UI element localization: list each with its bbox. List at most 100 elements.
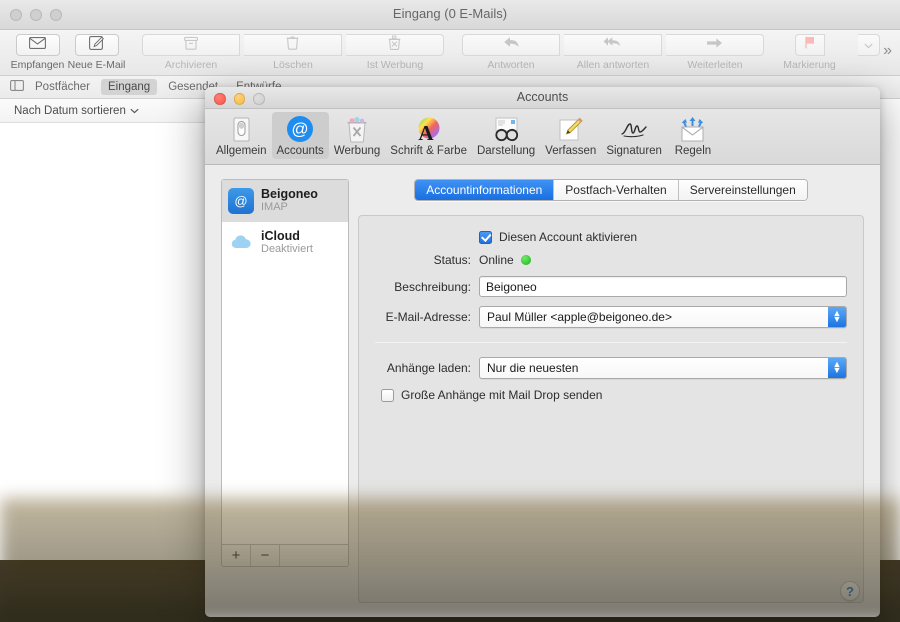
- help-button[interactable]: ?: [840, 581, 860, 601]
- toolbar-button-ist-werbung[interactable]: Ist Werbung: [344, 33, 446, 71]
- load-attachments-row: Anhänge laden: Nur die neuesten ▲ ▼: [375, 357, 847, 379]
- prefs-tab-label-regeln: Regeln: [674, 145, 712, 157]
- toolbar-button-empfangen[interactable]: Empfangen: [8, 33, 67, 71]
- email-address-value: Paul Müller <apple@beigoneo.de>: [487, 310, 672, 324]
- prefs-tab-label-verfassen: Verfassen: [545, 145, 597, 157]
- flag-icon: [804, 36, 816, 54]
- enable-account-checkbox[interactable]: [479, 230, 492, 244]
- rules-mail-icon: [678, 114, 708, 144]
- toolbar-label-antworten: Antworten: [487, 59, 535, 71]
- font-color-icon: A: [414, 114, 444, 144]
- account-row-beigoneo[interactable]: @ Beigoneo IMAP: [222, 180, 348, 222]
- add-account-button[interactable]: +: [222, 545, 251, 566]
- status-row: Status: Online: [375, 253, 847, 267]
- tab-accountinformationen[interactable]: Accountinformationen: [415, 180, 555, 200]
- tab-servereinstellungen[interactable]: Servereinstellungen: [678, 180, 807, 200]
- status-indicator: [520, 255, 531, 265]
- message-list-column: Nach Datum sortieren: [0, 99, 210, 560]
- email-address-popup[interactable]: Paul Müller <apple@beigoneo.de> ▲ ▼: [479, 306, 847, 328]
- mail-drop-row: Große Anhänge mit Mail Drop senden: [375, 388, 847, 402]
- prefs-tab-signaturen[interactable]: Signaturen: [601, 112, 667, 159]
- mail-window-title: Eingang (0 E-Mails): [392, 6, 508, 21]
- icloud-icon: [228, 229, 254, 256]
- mail-drop-checkbox[interactable]: [381, 388, 394, 402]
- toolbar-button-neue-email[interactable]: Neue E-Mail: [67, 33, 126, 71]
- envelope-icon: [29, 36, 46, 54]
- prefs-tab-label-werbung: Werbung: [333, 145, 381, 157]
- mail-titlebar: Eingang (0 E-Mails): [0, 0, 900, 30]
- prefs-tab-regeln[interactable]: Regeln: [667, 112, 719, 159]
- account-status: IMAP: [261, 201, 288, 214]
- svg-text:@: @: [292, 120, 309, 139]
- load-attachments-label: Anhänge laden:: [386, 361, 471, 375]
- prefs-tab-darstellung[interactable]: Darstellung: [472, 112, 540, 159]
- toolbar-button-antworten[interactable]: Antworten: [460, 33, 562, 71]
- toolbar-group-message-actions: Archivieren Löschen Ist Werbung: [140, 33, 446, 71]
- toolbar-overflow-button[interactable]: »: [883, 42, 892, 60]
- account-row-icloud[interactable]: iCloud Deaktiviert: [222, 222, 348, 264]
- sort-control[interactable]: Nach Datum sortieren: [0, 99, 209, 123]
- prefs-tab-label-allgemein: Allgemein: [216, 145, 267, 157]
- mail-drop-label: Große Anhänge mit Mail Drop senden: [401, 388, 603, 402]
- load-attachments-popup[interactable]: Nur die neuesten ▲ ▼: [479, 357, 847, 379]
- accounts-list: @ Beigoneo IMAP iCloud Deaktiviert: [222, 180, 348, 544]
- pencil-pad-icon: [556, 114, 586, 144]
- svg-text:@: @: [234, 193, 247, 208]
- account-information-form: Diesen Account aktivieren Status: Online: [358, 215, 864, 603]
- toolbar-label-empfangen: Empfangen: [10, 59, 65, 71]
- sidebar-icon: [10, 78, 24, 96]
- glasses-icon: [491, 114, 521, 144]
- forward-arrow-icon: [706, 36, 723, 54]
- prefs-tab-label-schrift-farbe: Schrift & Farbe: [390, 145, 467, 157]
- toolbar-group-reply-actions: Antworten Allen antworten Weiterleiten: [460, 33, 766, 71]
- toolbar-label-neue-email: Neue E-Mail: [67, 59, 126, 71]
- accounts-list-footer: + −: [222, 544, 348, 566]
- trash-icon: [286, 35, 299, 55]
- prefs-tab-label-accounts: Accounts: [276, 145, 324, 157]
- email-address-row: E-Mail-Adresse: Paul Müller <apple@beigo…: [375, 306, 847, 328]
- prefs-toolbar: Allgemein @ Accounts Werbung A Schrift &…: [205, 109, 880, 165]
- account-status: Deaktiviert: [261, 242, 313, 255]
- prefs-tab-verfassen[interactable]: Verfassen: [540, 112, 601, 159]
- toolbar-label-weiterleiten: Weiterleiten: [687, 59, 743, 71]
- sidebar-toggle-button[interactable]: [8, 78, 24, 96]
- prefs-tab-werbung[interactable]: Werbung: [329, 112, 385, 159]
- toolbar-label-markierung: Markierung: [783, 59, 836, 71]
- reply-arrow-icon: [503, 36, 520, 54]
- toolbar-button-archivieren[interactable]: Archivieren: [140, 33, 242, 71]
- compose-icon: [89, 35, 104, 55]
- signature-icon: [619, 114, 649, 144]
- description-input[interactable]: Beigoneo: [479, 276, 847, 297]
- sort-label: Nach Datum sortieren: [14, 104, 126, 117]
- remove-account-button[interactable]: −: [251, 545, 280, 566]
- tab-postfach-verhalten[interactable]: Postfach-Verhalten: [554, 180, 679, 200]
- favorites-item-postfaecher[interactable]: Postfächer: [28, 79, 97, 95]
- account-name: iCloud: [261, 228, 300, 243]
- at-sign-account-icon: @: [228, 187, 254, 214]
- toolbar-button-loeschen[interactable]: Löschen: [242, 33, 344, 71]
- prefs-tab-accounts[interactable]: @ Accounts: [271, 112, 329, 159]
- toolbar-button-weiterleiten[interactable]: Weiterleiten: [664, 33, 766, 71]
- account-tabbar: Accountinformationen Postfach-Verhalten …: [358, 179, 864, 201]
- prefs-tab-label-darstellung: Darstellung: [476, 145, 536, 157]
- status-value: Online: [479, 253, 514, 267]
- form-divider: [375, 342, 847, 343]
- prefs-tab-allgemein[interactable]: Allgemein: [211, 112, 272, 159]
- toolbar-button-allen-antworten[interactable]: Allen antworten: [562, 33, 664, 71]
- prefs-tab-schrift-farbe[interactable]: A Schrift & Farbe: [385, 112, 472, 159]
- chevron-updown-icon: ▲ ▼: [828, 307, 846, 327]
- toolbar-button-markierung[interactable]: Markierung: [780, 33, 839, 71]
- enable-account-label: Diesen Account aktivieren: [499, 230, 638, 244]
- desktop-wallpaper: Eingang (0 E-Mails) Empfangen Neue E-Mai…: [0, 0, 900, 622]
- svg-text:A: A: [419, 121, 435, 143]
- toolbar-group-flag: Markierung: [780, 33, 898, 71]
- toolbar-label-archivieren: Archivieren: [164, 59, 218, 71]
- mail-toolbar: Empfangen Neue E-Mail Archivieren Lösche…: [0, 30, 900, 76]
- description-row: Beschreibung: Beigoneo: [375, 276, 847, 297]
- archive-box-icon: [184, 36, 198, 55]
- toolbar-group-primary: Empfangen Neue E-Mail: [8, 33, 126, 71]
- chevron-down-icon: [130, 105, 139, 117]
- chevron-down-icon: [863, 36, 873, 54]
- favorites-item-eingang[interactable]: Eingang: [100, 79, 158, 95]
- status-label: Status:: [433, 253, 471, 267]
